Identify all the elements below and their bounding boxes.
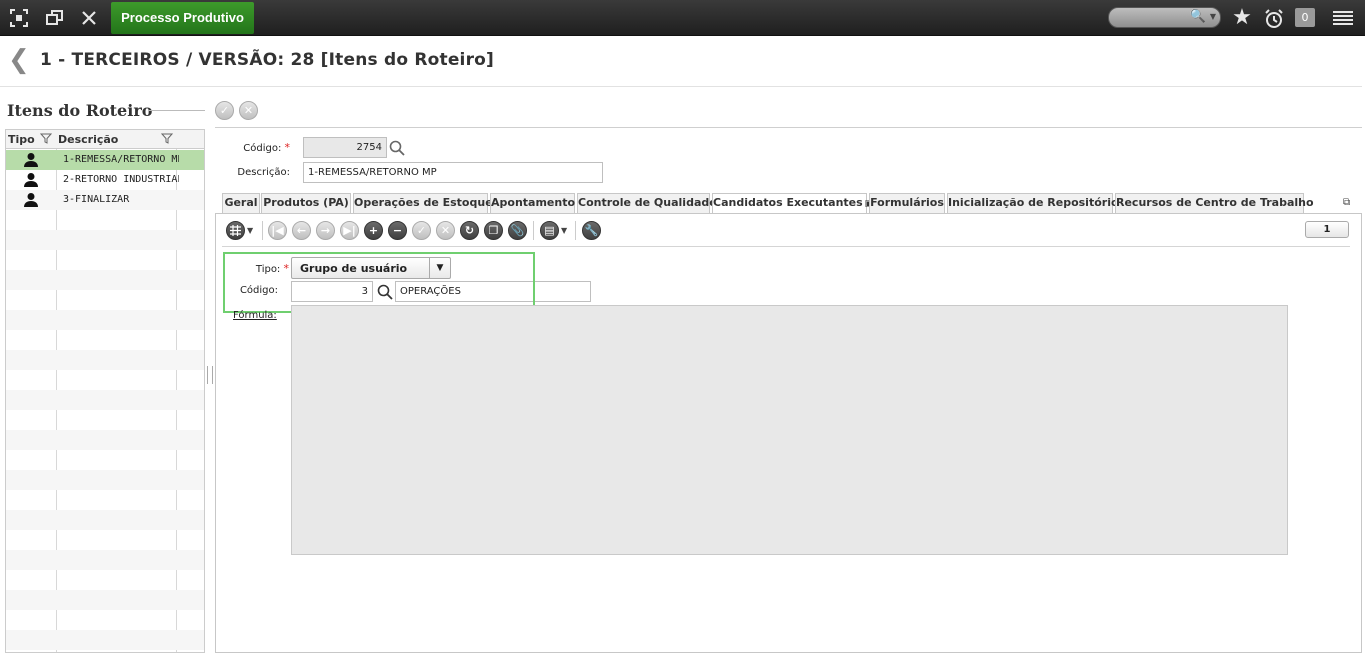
save-record-button[interactable]: ✓ [412,221,431,240]
back-chevron-icon[interactable]: ❮ [8,46,30,74]
toolbar-separator [533,221,534,240]
row-description: 1-REMESSA/RETORNO MP [63,154,179,165]
highlight-box [223,252,535,313]
empty-row [6,390,204,410]
tab-label: Candidatos Executantes [713,196,863,209]
chevron-down-icon[interactable]: ▼ [561,226,567,235]
user-icon [23,152,39,172]
chevron-down-icon[interactable]: ▼ [247,226,253,235]
empty-row [6,310,204,330]
popout-window-icon[interactable]: ⧉ [1343,197,1350,208]
empty-row [6,510,204,530]
column-header-descricao[interactable]: Descrição [58,133,118,146]
cancel-edit-button[interactable]: ✕ [436,221,455,240]
tab-operacoes-estoque[interactable]: Operações de Estoque [353,193,493,213]
next-record-button[interactable]: → [316,221,335,240]
first-record-button[interactable]: |◀ [268,221,287,240]
tab-geral[interactable]: Geral [222,193,260,213]
remove-record-button[interactable]: − [388,221,407,240]
search-icon: 🔍 [1189,9,1206,24]
toolbar-divider [222,246,1350,247]
empty-row [6,410,204,430]
required-marker: * [284,141,291,154]
previous-record-button[interactable]: ← [292,221,311,240]
print-report-icon[interactable]: ▤ [540,221,559,240]
filter-icon[interactable] [39,133,53,147]
empty-row [6,610,204,630]
row-description: 2-RETORNO INDUSTRIALIZAÇÃO [63,174,179,185]
confirm-button[interactable]: ✓ [215,101,234,120]
empty-row [6,630,204,650]
empty-row [6,350,204,370]
fullscreen-icon[interactable] [9,8,29,28]
empty-row [6,250,204,270]
chevron-down-icon: ▼ [1209,12,1216,21]
panel-splitter-handle[interactable] [207,366,213,384]
formula-link[interactable]: Fórmula: [233,310,277,321]
top-bar: Processo Produtivo 🔍 ▼ ★ 0 [0,0,1365,36]
tab-inicializacao-repositorio[interactable]: Inicialização de Repositório [947,193,1119,213]
empty-row [6,230,204,250]
column-header-tipo[interactable]: Tipo [8,133,35,146]
tab-apontamento[interactable]: Apontamento [490,193,575,213]
empty-row [6,210,204,230]
toolbar-separator [262,221,263,240]
last-record-button[interactable]: ▶| [340,221,359,240]
notification-count-badge[interactable]: 0 [1295,8,1315,27]
left-panel-title: Itens do Roteiro [7,101,153,120]
menu-icon[interactable] [1331,8,1353,28]
empty-row [6,550,204,570]
items-grid: Tipo Descrição 1-REMESSA/RETORNO MP 2-RE… [5,129,205,653]
tab-recursos-centro-trabalho[interactable]: Recursos de Centro de Trabalho [1115,193,1314,213]
alarm-clock-icon[interactable] [1263,8,1283,28]
tab-controle-qualidade[interactable]: Controle de Qualidade [577,193,717,213]
refresh-button[interactable]: ↻ [460,221,479,240]
close-icon[interactable] [79,8,99,28]
empty-row [6,290,204,310]
empty-row [6,370,204,390]
attach-clip-button[interactable]: 📎 [508,221,527,240]
descricao-label: Descrição: [237,167,290,178]
codigo-label: Código: * [243,141,291,154]
filter-icon[interactable] [160,133,174,147]
form-divider [215,127,1362,128]
favorites-star-icon[interactable]: ★ [1232,7,1252,29]
user-icon [23,192,39,212]
empty-row [6,330,204,350]
tab-formularios[interactable]: Formulários [869,193,945,213]
search-icon[interactable] [389,140,405,160]
row-description: 3-FINALIZAR [63,194,130,205]
cancel-button[interactable]: ✕ [239,101,258,120]
duplicate-button[interactable]: ❐ [484,221,503,240]
wrench-settings-icon[interactable]: 🔧 [582,221,601,240]
empty-row [6,430,204,450]
empty-row [6,530,204,550]
descricao-field[interactable]: 1-REMESSA/RETORNO MP [303,162,603,183]
add-record-button[interactable]: + [364,221,383,240]
restore-window-icon[interactable] [45,8,65,28]
table-row[interactable]: 3-FINALIZAR [6,190,204,212]
tab-candidatos-executantes[interactable]: Candidatos Executantes▣ [712,193,873,214]
empty-row [6,590,204,610]
empty-row [6,270,204,290]
table-row[interactable]: 2-RETORNO INDUSTRIALIZAÇÃO [6,170,204,192]
empty-row [6,570,204,590]
user-icon [23,172,39,192]
global-search-input[interactable]: 🔍 ▼ [1108,7,1221,28]
toolbar-separator [575,221,576,240]
empty-row [6,470,204,490]
empty-row [6,450,204,470]
codigo-field[interactable]: 2754 [303,137,387,158]
formula-textarea[interactable] [291,305,1288,555]
empty-row [6,490,204,510]
grid-view-icon[interactable] [226,221,245,240]
header-divider [0,86,1362,87]
page-number-button[interactable]: 1 [1305,221,1349,238]
grid-header: Tipo Descrição [6,130,204,149]
page-title: 1 - TERCEIROS / VERSÃO: 28 [Itens do Rot… [40,50,495,70]
table-row[interactable]: 1-REMESSA/RETORNO MP [6,150,204,172]
tab-produtos-pa[interactable]: Produtos (PA) [261,193,351,213]
app-tab-processo-produtivo[interactable]: Processo Produtivo [111,2,254,34]
panel-title-rule [148,110,205,111]
